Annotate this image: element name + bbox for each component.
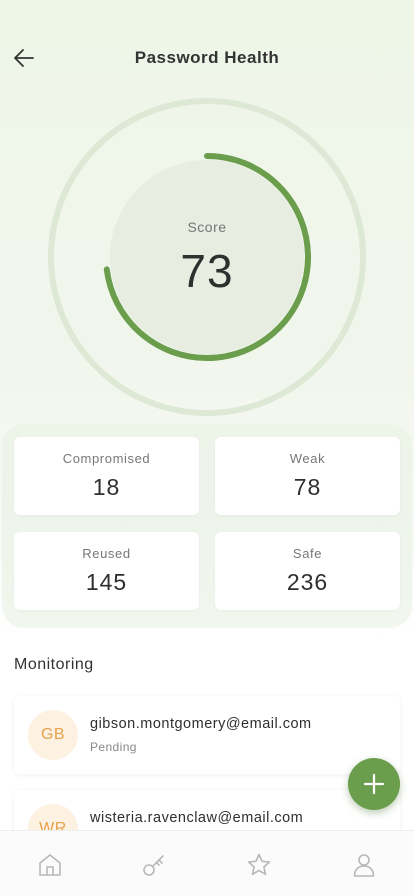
page-title: Password Health [134,48,280,67]
avatar: GB [28,710,78,760]
stats-panel: Compromised 18 Weak 78 Reused 145 Safe 2… [2,424,412,628]
bottom-nav [0,830,414,896]
stat-label: Compromised [62,451,151,466]
home-icon [39,854,61,876]
stat-card-weak[interactable]: Weak 78 [215,437,400,515]
stat-value: 18 [92,474,121,500]
stat-label: Safe [292,546,323,561]
star-icon [247,853,271,876]
stat-value: 236 [286,569,329,595]
nav-item-home[interactable] [36,851,64,879]
stat-value: 78 [293,474,322,500]
plus-icon [363,773,385,795]
monitored-email: wisteria.ravenclaw@email.com [90,810,304,826]
stat-value: 145 [85,569,128,595]
stat-card-compromised[interactable]: Compromised 18 [14,437,199,515]
stat-card-safe[interactable]: Safe 236 [215,532,400,610]
nav-item-passwords[interactable] [140,851,168,879]
stat-label: Weak [289,451,326,466]
monitoring-status: Pending [90,740,137,754]
monitoring-section-title: Monitoring [14,656,94,673]
nav-item-favorites[interactable] [245,851,273,879]
score-value: 73 [180,245,234,297]
key-icon [143,855,164,876]
monitored-email: gibson.montgomery@email.com [90,716,312,732]
score-label: Score [187,219,227,235]
monitoring-list-item[interactable]: GB gibson.montgomery@email.com Pending [14,696,400,774]
add-button[interactable] [348,758,400,810]
stat-card-reused[interactable]: Reused 145 [14,532,199,610]
stat-label: Reused [82,546,131,561]
header: Password Health [0,36,414,80]
nav-item-profile[interactable] [350,851,378,879]
user-icon [353,854,375,877]
